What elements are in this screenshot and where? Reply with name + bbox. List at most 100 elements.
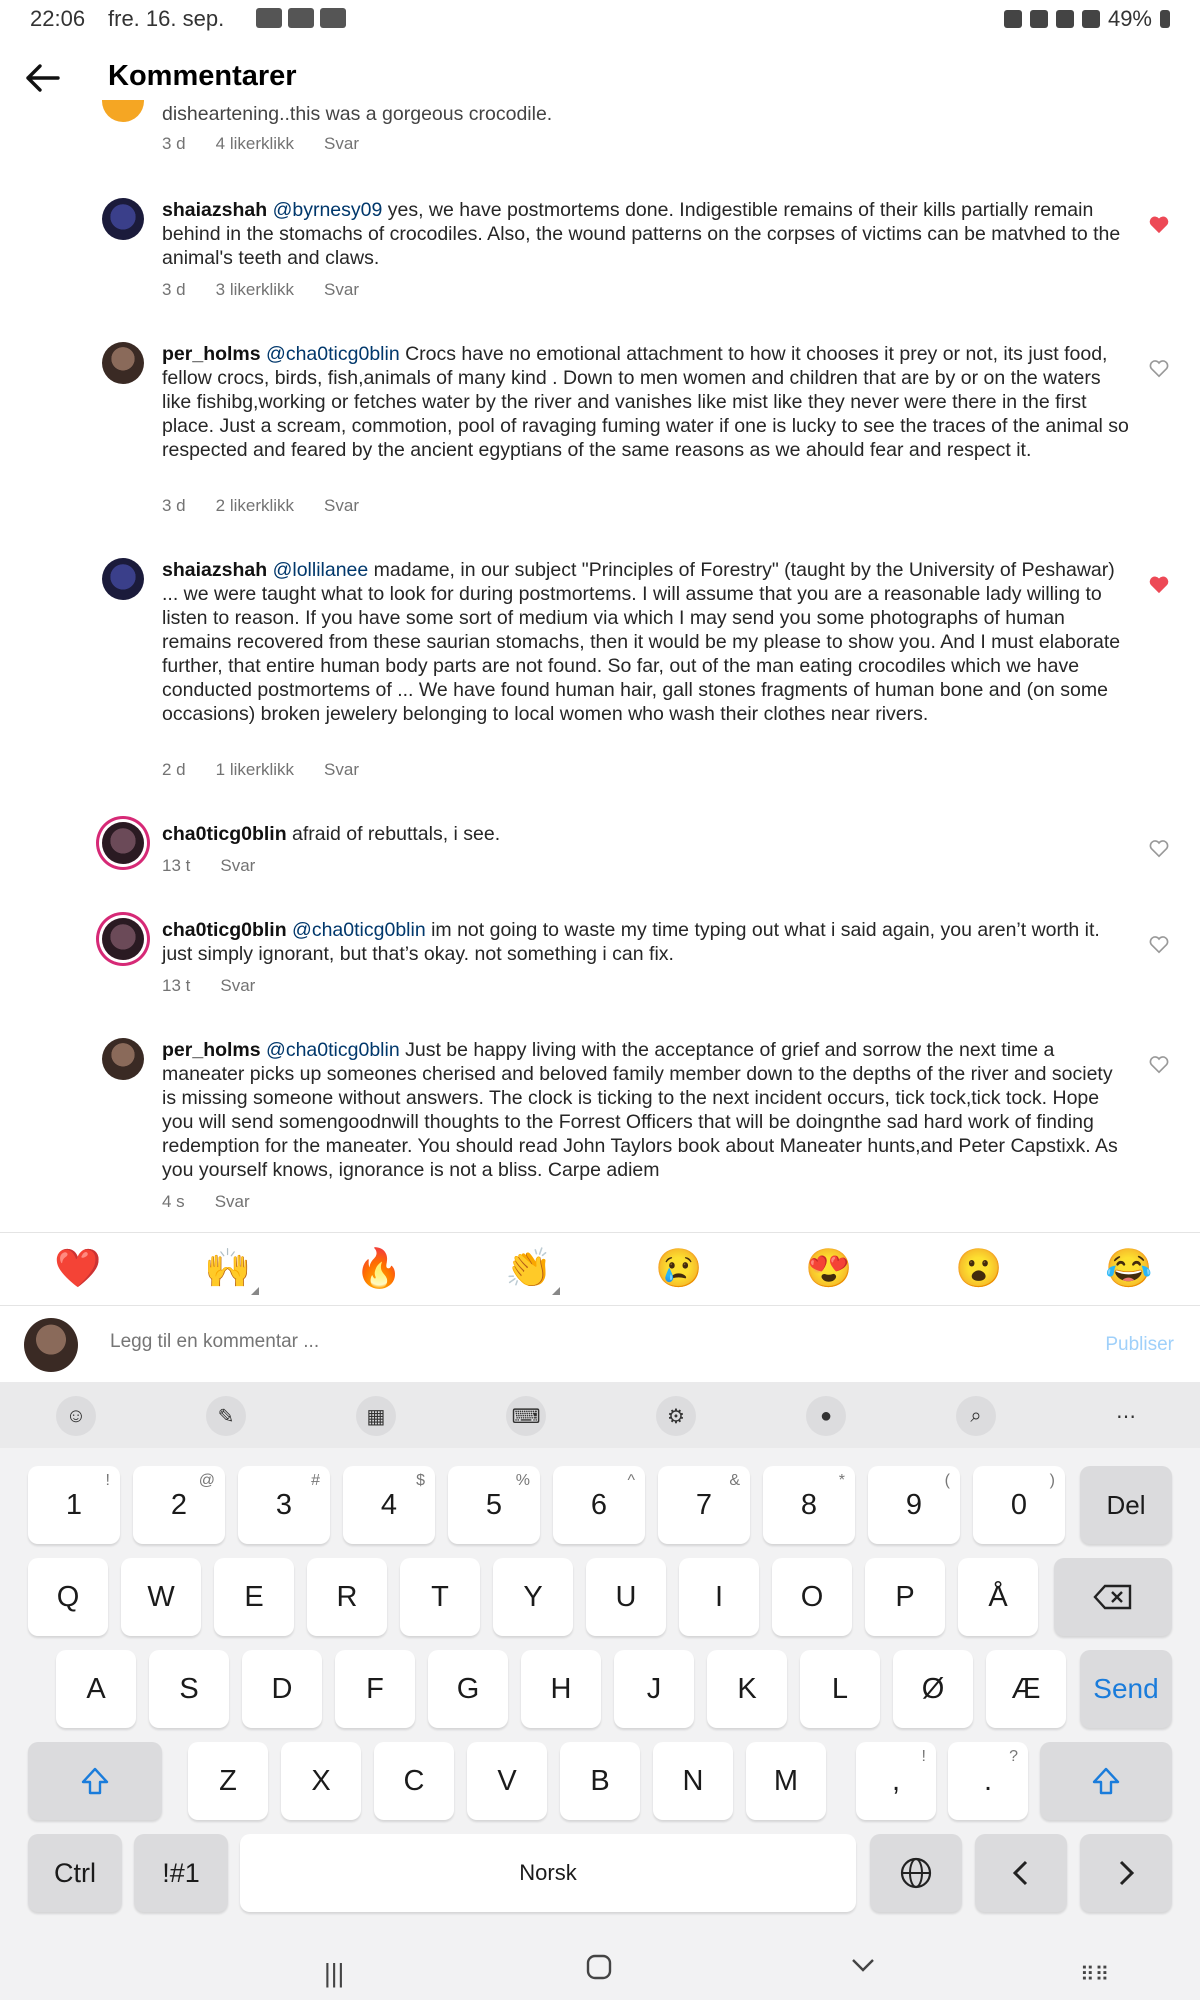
key-5[interactable]: 5% — [448, 1466, 540, 1544]
fire-emoji-button[interactable]: 🔥 — [355, 1247, 402, 1291]
key-0[interactable]: 0) — [973, 1466, 1065, 1544]
key-4[interactable]: 4 $ — [343, 1466, 435, 1544]
key-p[interactable]: P — [865, 1558, 945, 1636]
period-key[interactable]: .? — [948, 1742, 1028, 1820]
reply-button[interactable]: Svar — [324, 760, 359, 780]
language-key[interactable] — [870, 1834, 962, 1912]
comment-username[interactable]: cha0ticg0blin — [162, 823, 287, 845]
handwriting-icon[interactable]: ✎ — [206, 1396, 246, 1436]
reply-button[interactable]: Svar — [324, 134, 359, 154]
key-3[interactable]: 3 # — [238, 1466, 330, 1544]
microphone-icon[interactable]: ● — [806, 1396, 846, 1436]
surprised-emoji-button[interactable]: 😮 — [955, 1247, 1002, 1291]
comment-mention[interactable]: @byrnesy09 — [273, 199, 383, 221]
clipboard-icon[interactable]: ▦ — [356, 1396, 396, 1436]
ctrl-key[interactable]: Ctrl — [28, 1834, 122, 1912]
avatar[interactable] — [102, 342, 144, 384]
key-d[interactable]: D — [242, 1650, 322, 1728]
send-key[interactable]: Send — [1080, 1650, 1172, 1728]
key-e[interactable]: E — [214, 1558, 294, 1636]
cursor-left-key[interactable] — [975, 1834, 1067, 1912]
heart-eyes-emoji-button[interactable]: 😍 — [805, 1247, 852, 1291]
key-6[interactable]: 6 ^ — [553, 1466, 645, 1544]
home-button[interactable] — [586, 1954, 612, 1987]
settings-gear-icon[interactable]: ⚙ — [656, 1396, 696, 1436]
key-2[interactable]: 2 @ — [133, 1466, 225, 1544]
key-1[interactable]: 1! — [28, 1466, 120, 1544]
key-a[interactable]: A — [56, 1650, 136, 1728]
key-m[interactable]: M — [746, 1742, 826, 1820]
key-g[interactable]: G — [428, 1650, 508, 1728]
key-u[interactable]: U — [586, 1558, 666, 1636]
comment-username[interactable]: shaiazshah — [162, 559, 267, 581]
key-ø[interactable]: Ø — [893, 1650, 973, 1728]
shift-key[interactable] — [28, 1742, 162, 1820]
key-q[interactable]: Q — [28, 1558, 108, 1636]
heart-icon[interactable] — [1148, 934, 1170, 954]
reply-button[interactable]: Svar — [324, 280, 359, 300]
emoji-icon[interactable]: ☺ — [56, 1396, 96, 1436]
heart-icon[interactable] — [1148, 1054, 1170, 1074]
comment-mention[interactable]: @cha0ticg0blin — [292, 919, 426, 941]
key-o[interactable]: O — [772, 1558, 852, 1636]
hide-keyboard-button[interactable] — [850, 1952, 876, 1985]
back-arrow-icon[interactable] — [20, 56, 64, 100]
comment-mention[interactable]: @lollilanee — [273, 559, 369, 581]
reply-button[interactable]: Svar — [215, 1192, 250, 1212]
key-c[interactable]: C — [374, 1742, 454, 1820]
key-i[interactable]: I — [679, 1558, 759, 1636]
symbols-key[interactable]: !#1 — [134, 1834, 228, 1912]
keyboard-switch-icon[interactable]: ⠿⠿ — [1080, 1962, 1109, 1987]
key-å[interactable]: Å — [958, 1558, 1038, 1636]
space-bar[interactable]: Norsk — [240, 1834, 856, 1912]
search-icon[interactable]: ⌕ — [956, 1396, 996, 1436]
comment-likes[interactable]: 2 likerklikk — [216, 496, 294, 516]
heart-icon[interactable] — [1148, 838, 1170, 858]
avatar[interactable] — [102, 918, 144, 960]
clap-emoji-button[interactable]: 👏 — [505, 1247, 561, 1295]
comma-key[interactable]: ,! — [856, 1742, 936, 1820]
key-f[interactable]: F — [335, 1650, 415, 1728]
keyboard-mode-icon[interactable]: ⌨ — [506, 1396, 546, 1436]
comment-username[interactable]: per_holms — [162, 343, 261, 365]
comment-likes[interactable]: 4 likerklikk — [216, 134, 294, 154]
recent-apps-button[interactable]: ||| — [324, 1958, 344, 1989]
comment-username[interactable]: per_holms — [162, 1039, 261, 1061]
backspace-key[interactable] — [1054, 1558, 1172, 1636]
comment-username[interactable]: cha0ticg0blin — [162, 919, 287, 941]
key-b[interactable]: B — [560, 1742, 640, 1820]
key-r[interactable]: R — [307, 1558, 387, 1636]
key-x[interactable]: X — [281, 1742, 361, 1820]
liked-heart-icon[interactable] — [1148, 574, 1170, 594]
comment-username[interactable]: shaiazshah — [162, 199, 267, 221]
key-8[interactable]: 8 * — [763, 1466, 855, 1544]
comment-mention[interactable]: @cha0ticg0blin — [266, 1039, 400, 1061]
key-n[interactable]: N — [653, 1742, 733, 1820]
key-j[interactable]: J — [614, 1650, 694, 1728]
key-k[interactable]: K — [707, 1650, 787, 1728]
key-y[interactable]: Y — [493, 1558, 573, 1636]
key-s[interactable]: S — [149, 1650, 229, 1728]
crying-emoji-button[interactable]: 😢 — [655, 1247, 702, 1291]
comment-likes[interactable]: 1 likerklikk — [216, 760, 294, 780]
key-w[interactable]: W — [121, 1558, 201, 1636]
key-z[interactable]: Z — [188, 1742, 268, 1820]
key-l[interactable]: L — [800, 1650, 880, 1728]
raised-hands-emoji-button[interactable]: 🙌 — [204, 1247, 260, 1295]
more-options-icon[interactable]: ⋯ — [1106, 1396, 1146, 1436]
reply-button[interactable]: Svar — [220, 856, 255, 876]
comment-mention[interactable]: @cha0ticg0blin — [266, 343, 400, 365]
cursor-right-key[interactable] — [1080, 1834, 1172, 1912]
avatar[interactable] — [102, 1038, 144, 1080]
publish-button[interactable]: Publiser — [1105, 1334, 1174, 1356]
key-v[interactable]: V — [467, 1742, 547, 1820]
laughing-emoji-button[interactable]: 😂 — [1105, 1247, 1152, 1291]
heart-icon[interactable] — [1148, 358, 1170, 378]
avatar[interactable] — [102, 558, 144, 600]
key-9[interactable]: 9( — [868, 1466, 960, 1544]
avatar[interactable] — [102, 198, 144, 240]
avatar[interactable] — [102, 100, 144, 122]
key-h[interactable]: H — [521, 1650, 601, 1728]
shift-key-right[interactable] — [1040, 1742, 1172, 1820]
comment-list[interactable]: disheartening..this was a gorgeous croco… — [0, 100, 1200, 1232]
